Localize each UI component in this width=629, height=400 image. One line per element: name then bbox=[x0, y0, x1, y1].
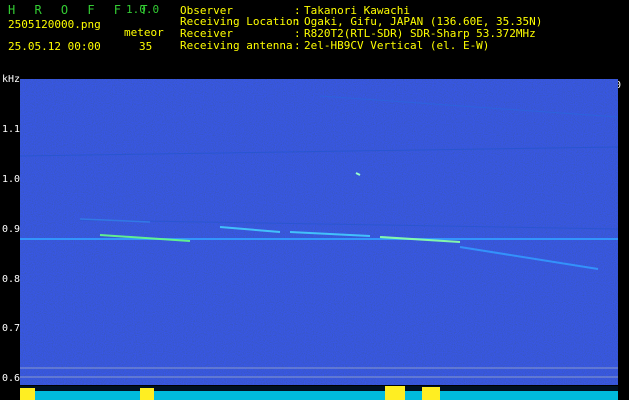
y-tick-1-1: 1.1 bbox=[2, 124, 21, 135]
signal-strength-band bbox=[20, 386, 618, 400]
band-base bbox=[20, 391, 618, 400]
timestamp: 25.05.12 00:00 bbox=[8, 40, 101, 53]
y-tick-0-8: 0.8 bbox=[2, 274, 21, 285]
antenna-label: Receiving antenna bbox=[180, 39, 293, 52]
app-version: 1.0.0 bbox=[126, 3, 160, 16]
y-tick-0-7: 0.7 bbox=[2, 323, 21, 334]
band-peak-2 bbox=[140, 388, 154, 400]
band-peak-3 bbox=[385, 386, 405, 400]
band-peak-4 bbox=[422, 387, 440, 400]
y-tick-1-0: 1.0 bbox=[2, 174, 21, 185]
y-unit-label: kHz bbox=[2, 74, 21, 85]
antenna-colon: : bbox=[294, 39, 301, 52]
y-tick-0-9: 0.9 bbox=[2, 224, 21, 235]
file-name: 2505120000.png bbox=[8, 18, 101, 31]
spectrogram bbox=[20, 79, 618, 385]
band-peak-1 bbox=[20, 388, 35, 400]
meteor-count: 35 bbox=[139, 40, 153, 53]
antenna-value: 2el-HB9CV Vertical (el. E-W) bbox=[304, 39, 490, 52]
meteor-label: meteor bbox=[124, 26, 164, 39]
noise-texture bbox=[20, 79, 618, 385]
header: H R O F F T 1.0.0 2505120000.png meteor … bbox=[0, 0, 629, 75]
y-tick-0-6: 0.6 bbox=[2, 373, 21, 384]
